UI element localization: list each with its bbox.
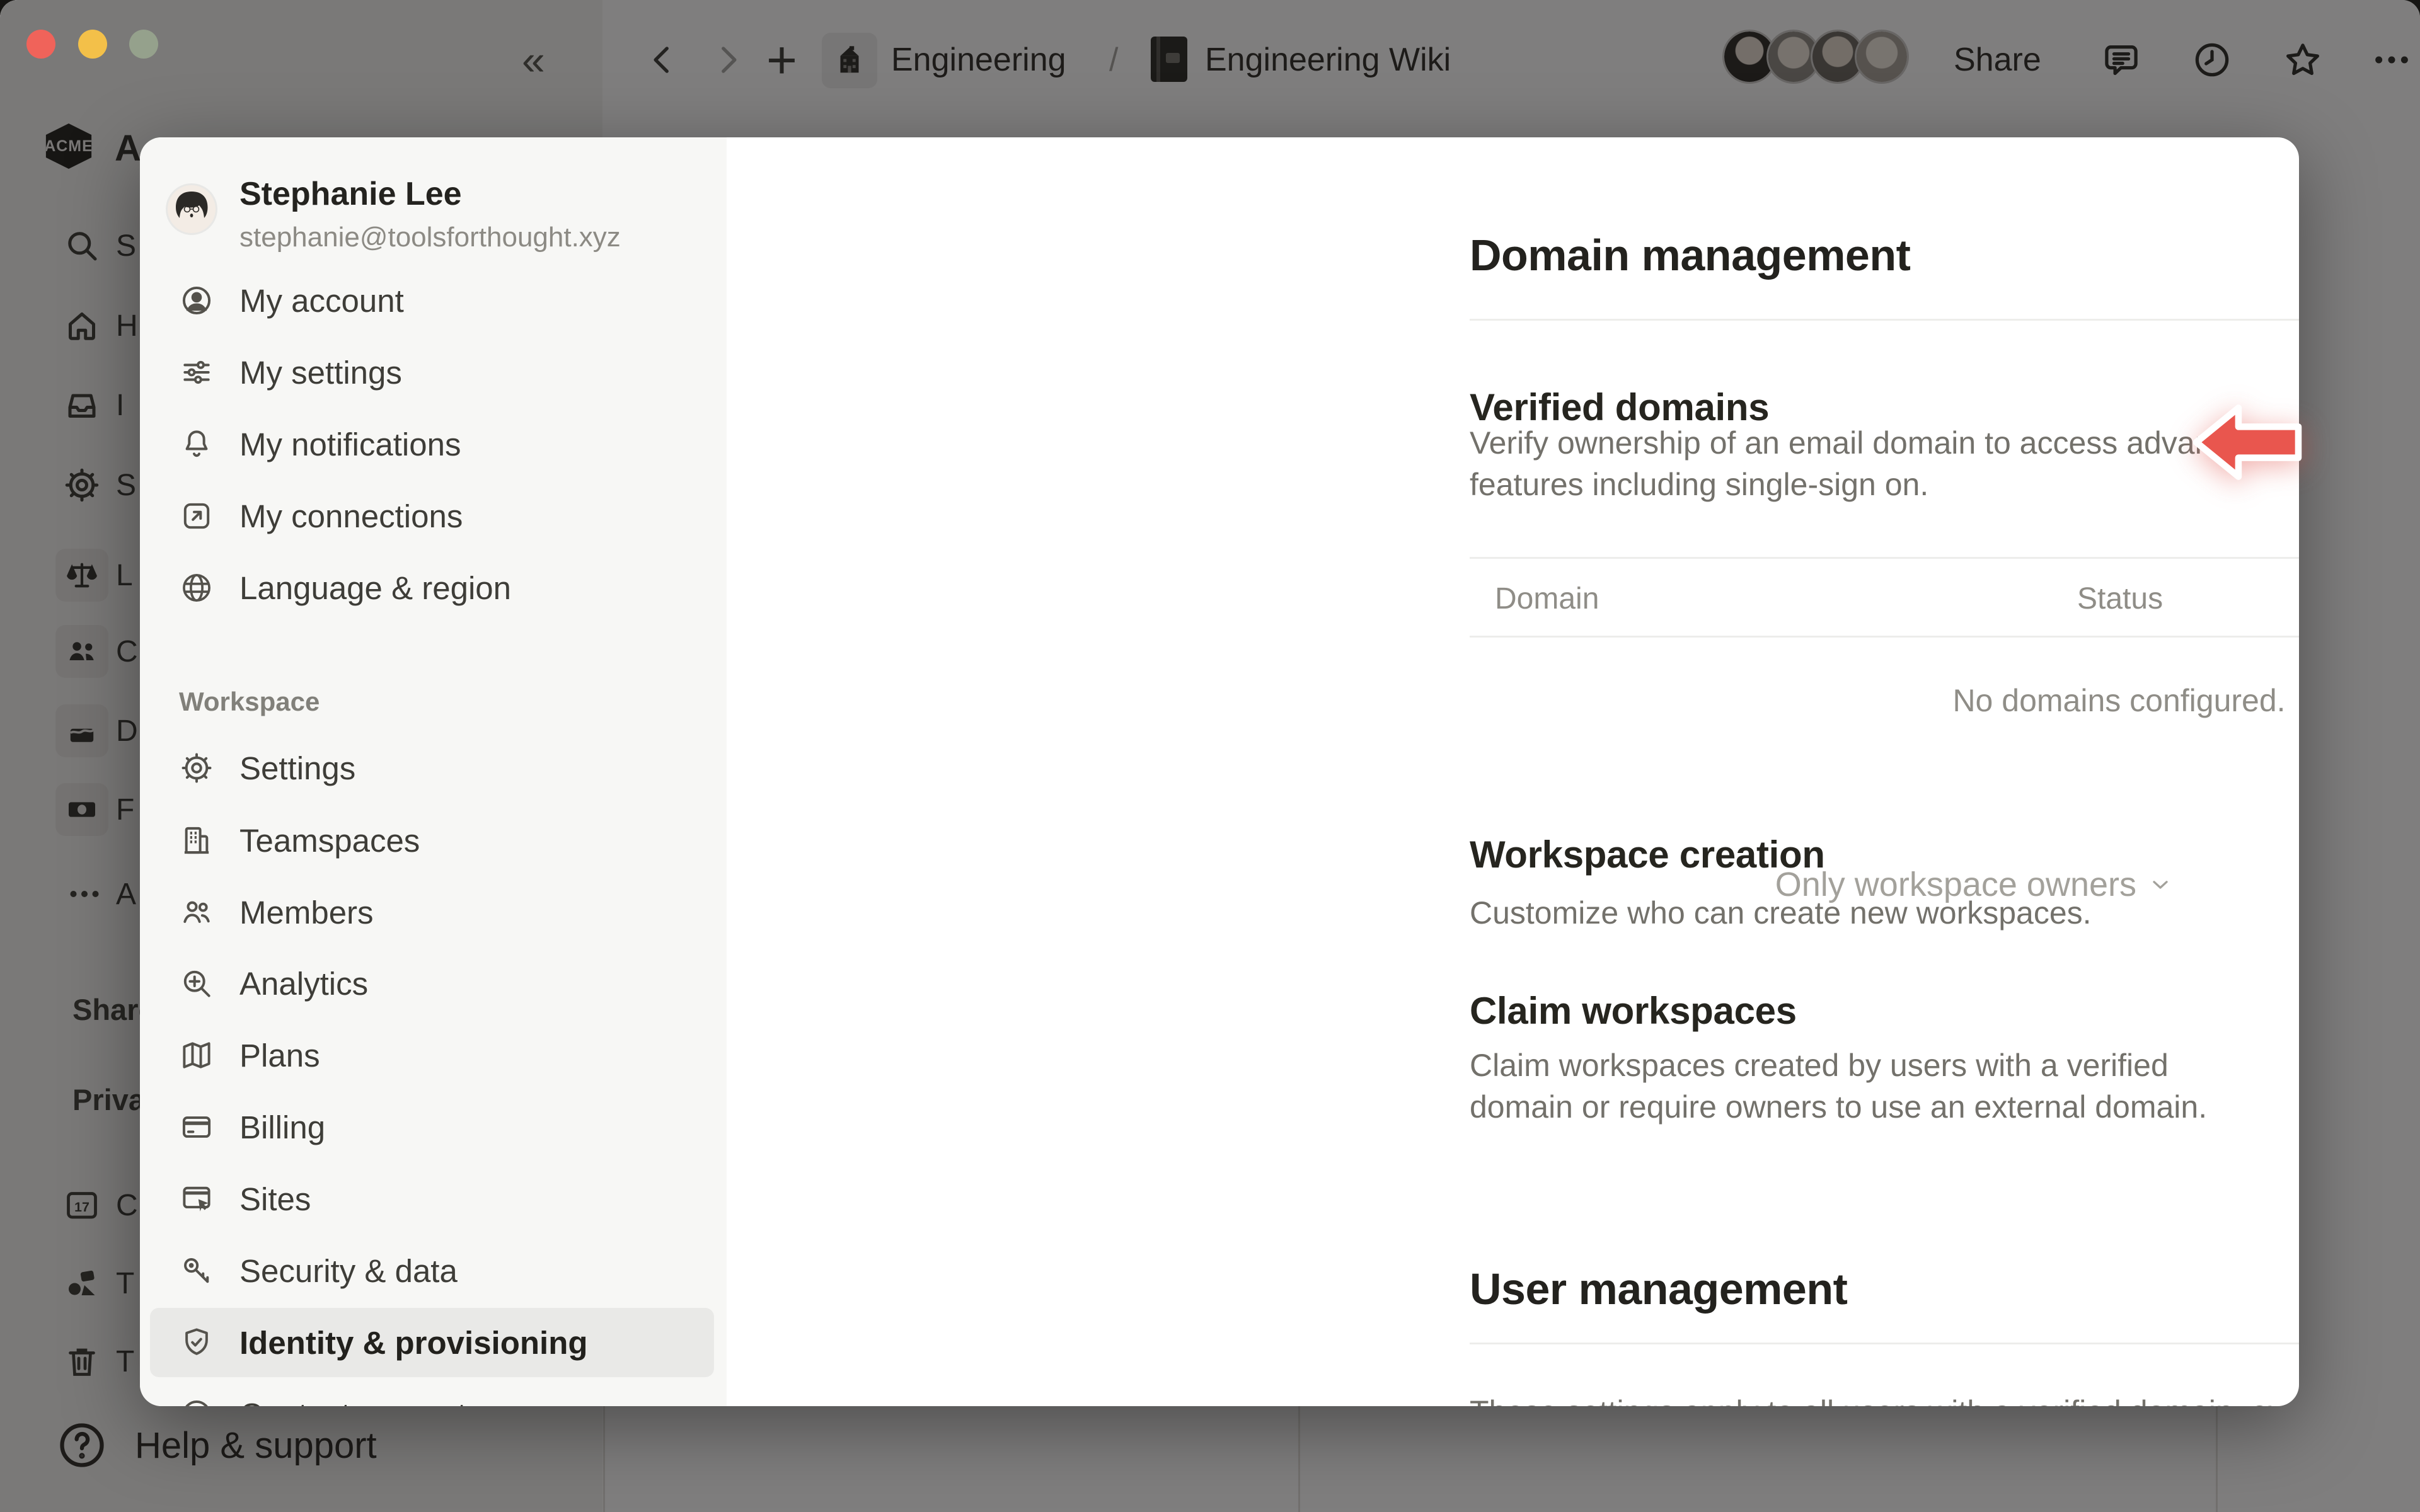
credit-card-icon [179,1109,214,1145]
claim-workspaces-title: Claim workspaces [1470,989,1797,1033]
settings-nav-security-data[interactable]: Security & data [150,1236,714,1305]
page-title: Domain management [1470,230,1910,280]
minimize-button[interactable] [78,30,107,59]
user-name: Stephanie Lee [239,175,462,213]
arrow-up-right-icon [179,498,214,534]
settings-nav-analytics[interactable]: Analytics [150,949,714,1018]
divider [1470,319,2299,321]
building-icon [179,823,214,858]
annotation-arrow-left [2192,401,2303,484]
settings-nav-my-connections[interactable]: My connections [150,481,714,551]
bell-icon [179,427,214,462]
settings-nav-my-notifications[interactable]: My notifications [150,410,714,479]
settings-nav-teamspaces[interactable]: Teamspaces [150,806,714,875]
workspace-section-label: Workspace [179,687,320,717]
settings-nav-my-account[interactable]: My account [150,266,714,335]
settings-nav-language-region[interactable]: Language & region [150,553,714,622]
chevron-down-icon [2148,872,2173,897]
settings-content: Domain management Verified domains Verif… [727,137,2299,1406]
screen: ACME A S H I S L [0,0,2420,1512]
user-email: stephanie@toolsforthought.xyz [239,222,621,253]
shield-check-icon [179,1325,214,1360]
sliders-icon [179,355,214,390]
user-management-title: User management [1470,1264,1847,1314]
members-icon [179,895,214,930]
settings-nav-settings[interactable]: Settings [150,733,714,803]
settings-nav-billing[interactable]: Billing [150,1092,714,1162]
settings-nav-identity-provisioning[interactable]: Identity & provisioning [150,1308,714,1377]
user-avatar [168,185,216,233]
workspace-creation-select[interactable]: Only workspace owners [1775,865,2173,904]
divider [1470,1343,2299,1344]
key-icon [179,1253,214,1288]
zoom-button[interactable] [129,30,158,59]
question-circle-icon [179,1397,214,1406]
magnifier-sparkle-icon [179,966,214,1001]
browser-cursor-icon [179,1181,214,1217]
table-header-border [1470,636,2299,638]
close-button[interactable] [26,30,55,59]
table-header-domain: Domain [1495,581,1599,616]
settings-nav-contact-support-partial[interactable]: Contact support [150,1380,714,1406]
settings-nav-my-settings[interactable]: My settings [150,338,714,407]
table-top-border [1470,557,2299,559]
table-header-status: Status [2077,581,2163,616]
user-management-clipped-text: These settings apply to all users with a… [1470,1391,2299,1406]
person-circle-icon [179,283,214,318]
verified-domains-description: Verify ownership of an email domain to a… [1470,422,2299,505]
settings-sidebar: Stephanie Lee stephanie@toolsforthought.… [140,137,727,1406]
claim-workspaces-description: Claim workspaces created by users with a… [1470,1045,2264,1128]
settings-nav-sites[interactable]: Sites [150,1164,714,1234]
settings-dialog: Stephanie Lee stephanie@toolsforthought.… [140,137,2299,1406]
gear-icon [179,750,214,786]
table-empty-state: No domains configured. [1470,682,2299,719]
map-icon [179,1038,214,1073]
globe-icon [179,570,214,605]
workspace-creation-title: Workspace creation [1470,833,1825,876]
settings-nav-members[interactable]: Members [150,878,714,947]
settings-nav-plans[interactable]: Plans [150,1021,714,1090]
